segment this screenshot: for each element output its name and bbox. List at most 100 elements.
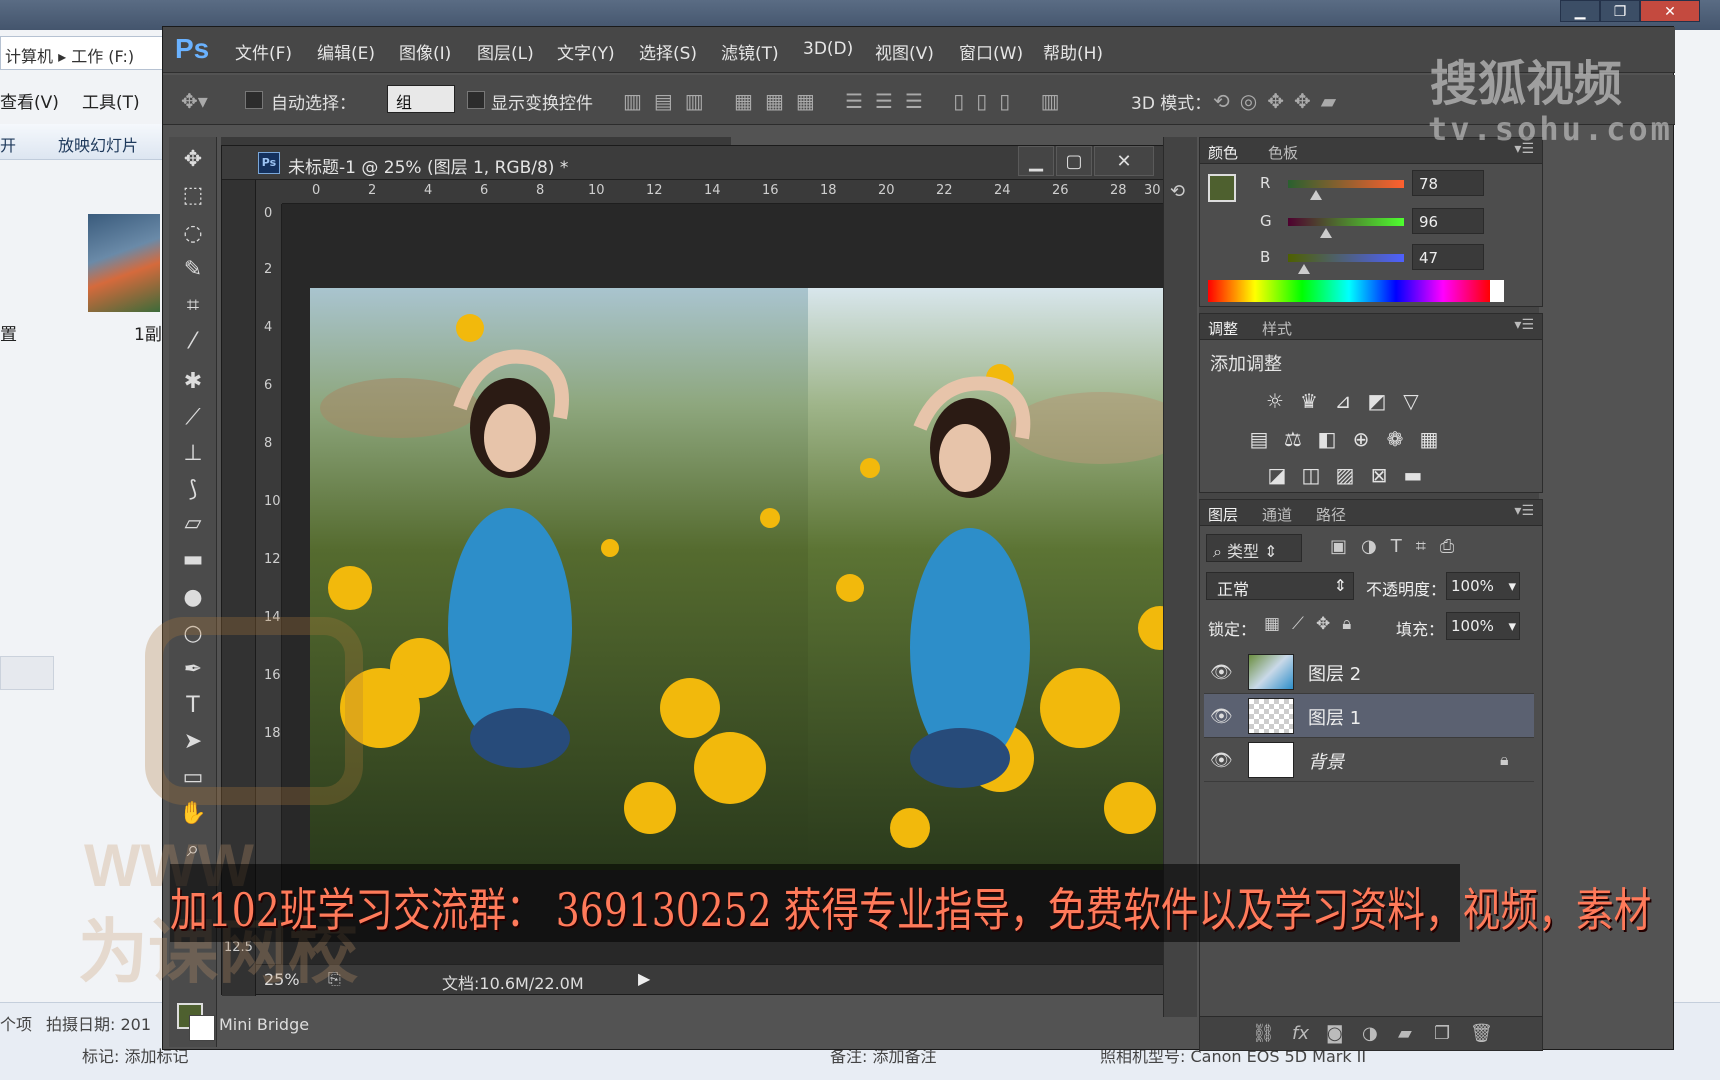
eyedropper-tool-icon[interactable]: ⁄ bbox=[177, 327, 209, 357]
move-tool-icon[interactable]: ✥ bbox=[177, 145, 209, 175]
explorer-file-thumbnail[interactable] bbox=[88, 214, 160, 312]
b-slider[interactable] bbox=[1288, 254, 1404, 262]
history-brush-tool-icon[interactable]: ⟆ bbox=[177, 475, 209, 505]
r-slider-knob[interactable] bbox=[1310, 190, 1322, 200]
levels-icon[interactable]: ♛ bbox=[1296, 388, 1322, 414]
marquee-tool-icon[interactable]: ⬚ bbox=[177, 181, 209, 211]
gradient-tool-icon[interactable]: ▬ bbox=[177, 545, 209, 575]
layer-row-layer-2[interactable]: 👁︎ 图层 2 bbox=[1204, 650, 1534, 694]
new-group-icon[interactable]: ▰ bbox=[1398, 1023, 1412, 1044]
vibrance-icon[interactable]: ▽ bbox=[1398, 388, 1424, 414]
menu-image[interactable]: 图像(I) bbox=[399, 39, 451, 64]
blend-mode-dropdown[interactable]: 正常 ⇕ bbox=[1206, 572, 1354, 600]
fill-field[interactable]: 100% ▾ bbox=[1446, 612, 1520, 640]
visibility-eye-icon[interactable]: 👁︎ bbox=[1210, 750, 1233, 771]
move-tool-icon[interactable]: ✥▾ bbox=[181, 89, 208, 113]
new-adjustment-icon[interactable]: ◑ bbox=[1362, 1023, 1378, 1044]
tab-adjustments[interactable]: 调整 bbox=[1208, 318, 1238, 339]
invert-icon[interactable]: ◪ bbox=[1264, 462, 1290, 488]
tab-channels[interactable]: 通道 bbox=[1262, 504, 1292, 525]
close-icon[interactable]: ✕ bbox=[1640, 0, 1700, 22]
restore-icon[interactable]: ❐ bbox=[1600, 0, 1640, 22]
lasso-tool-icon[interactable]: ◌ bbox=[177, 219, 209, 249]
color-balance-icon[interactable]: ⚖ bbox=[1280, 426, 1306, 452]
new-layer-icon[interactable]: ❐ bbox=[1434, 1023, 1450, 1044]
doc-close-icon[interactable]: ✕ bbox=[1094, 146, 1154, 176]
channel-mixer-icon[interactable]: ❁ bbox=[1382, 426, 1408, 452]
auto-select-checkbox[interactable] bbox=[245, 91, 263, 109]
auto-select-target-dropdown[interactable]: 组 bbox=[387, 85, 455, 113]
minimize-icon[interactable]: ▁ bbox=[1560, 0, 1600, 22]
menu-select[interactable]: 选择(S) bbox=[639, 39, 697, 64]
brightness-icon[interactable]: ☼ bbox=[1262, 388, 1288, 414]
menu-type[interactable]: 文字(Y) bbox=[557, 39, 615, 64]
g-slider-knob[interactable] bbox=[1320, 228, 1332, 238]
g-slider[interactable] bbox=[1288, 218, 1404, 226]
posterize-icon[interactable]: ◫ bbox=[1298, 462, 1324, 488]
visibility-eye-icon[interactable]: 👁︎ bbox=[1210, 706, 1233, 727]
tab-layers[interactable]: 图层 bbox=[1208, 504, 1238, 525]
color-spectrum-bar[interactable] bbox=[1208, 280, 1504, 302]
layer-row-layer-1[interactable]: 👁︎ 图层 1 bbox=[1204, 694, 1534, 738]
healing-tool-icon[interactable]: ✱ bbox=[177, 367, 209, 397]
align-icons[interactable]: ▥▤▥ ▦▦▦ ☰☰☰ ▯▯▯ ▥ bbox=[623, 89, 1072, 113]
gradient-map-icon[interactable]: ▬ bbox=[1400, 462, 1426, 488]
layer-row-background[interactable]: 👁︎ 背景 🔒︎ bbox=[1204, 738, 1534, 782]
visibility-eye-icon[interactable]: 👁︎ bbox=[1210, 662, 1233, 683]
b-value-field[interactable]: 47 bbox=[1412, 244, 1484, 270]
r-value-field[interactable]: 78 bbox=[1412, 170, 1484, 196]
curves-icon[interactable]: ⊿ bbox=[1330, 388, 1356, 414]
layer-name[interactable]: 图层 2 bbox=[1308, 660, 1361, 686]
explorer-menu-view[interactable]: 查看(V) bbox=[0, 88, 59, 113]
menu-layer[interactable]: 图层(L) bbox=[477, 39, 534, 64]
explorer-slideshow-button[interactable]: 放映幻灯片 bbox=[58, 132, 138, 156]
layer-filter-dropdown[interactable]: ⌕ 类型 ⇕ bbox=[1206, 534, 1302, 562]
lock-icons[interactable]: ▦⟋✥🔒︎ bbox=[1264, 614, 1363, 634]
tab-styles[interactable]: 样式 bbox=[1262, 318, 1292, 339]
layer-name[interactable]: 背景 bbox=[1308, 748, 1344, 774]
black-white-icon[interactable]: ◧ bbox=[1314, 426, 1340, 452]
explorer-open-button[interactable]: 开 bbox=[0, 132, 16, 156]
brush-tool-icon[interactable]: ⟋ bbox=[177, 403, 209, 433]
doc-minimize-icon[interactable]: ▁ bbox=[1018, 146, 1054, 176]
g-value-field[interactable]: 96 bbox=[1412, 208, 1484, 234]
b-slider-knob[interactable] bbox=[1298, 264, 1310, 274]
exposure-icon[interactable]: ◩ bbox=[1364, 388, 1390, 414]
menu-edit[interactable]: 编辑(E) bbox=[317, 39, 375, 64]
photo-filter-icon[interactable]: ⊕ bbox=[1348, 426, 1374, 452]
layer-filter-icons[interactable]: ▣◑T⌗⎙ bbox=[1330, 536, 1468, 557]
tab-color[interactable]: 颜色 bbox=[1208, 142, 1238, 163]
stamp-tool-icon[interactable]: ⊥ bbox=[177, 439, 209, 469]
document-titlebar[interactable]: Ps 未标题-1 @ 25% (图层 1, RGB/8) * ▁ ▢ ✕ bbox=[222, 146, 1172, 180]
color-fg-swatch[interactable] bbox=[1208, 174, 1236, 202]
opacity-field[interactable]: 100% ▾ bbox=[1446, 572, 1520, 600]
threshold-icon[interactable]: ▨ bbox=[1332, 462, 1358, 488]
layer-style-icon[interactable]: fx bbox=[1292, 1023, 1309, 1044]
panel-menu-icon[interactable]: ▾☰ bbox=[1514, 317, 1534, 333]
eraser-tool-icon[interactable]: ▱ bbox=[177, 509, 209, 539]
menu-help[interactable]: 帮助(H) bbox=[1043, 39, 1103, 64]
quick-select-tool-icon[interactable]: ✎ bbox=[177, 255, 209, 285]
selective-color-icon[interactable]: ⊠ bbox=[1366, 462, 1392, 488]
link-layers-icon[interactable]: ⛓ bbox=[1252, 1023, 1275, 1044]
panel-menu-icon[interactable]: ▾☰ bbox=[1514, 503, 1534, 519]
history-panel-icon[interactable]: ⟲ bbox=[1170, 181, 1185, 202]
explorer-scrollbar[interactable] bbox=[0, 656, 54, 690]
color-lookup-icon[interactable]: ▦ bbox=[1416, 426, 1442, 452]
r-slider[interactable] bbox=[1288, 180, 1404, 188]
menu-window[interactable]: 窗口(W) bbox=[959, 39, 1023, 64]
tab-paths[interactable]: 路径 bbox=[1316, 504, 1346, 525]
3d-mode-icons[interactable]: ⟲◎✥✥▰ bbox=[1213, 89, 1346, 113]
crop-tool-icon[interactable]: ⌗ bbox=[177, 291, 209, 321]
layer-name[interactable]: 图层 1 bbox=[1308, 704, 1361, 730]
hue-saturation-icon[interactable]: ▤ bbox=[1246, 426, 1272, 452]
explorer-menu-tools[interactable]: 工具(T) bbox=[82, 88, 140, 113]
add-mask-icon[interactable]: ◙ bbox=[1326, 1023, 1343, 1044]
menu-filter[interactable]: 滤镜(T) bbox=[721, 39, 779, 64]
menu-file[interactable]: 文件(F) bbox=[235, 39, 292, 64]
tab-swatches[interactable]: 色板 bbox=[1268, 142, 1298, 163]
doc-maximize-icon[interactable]: ▢ bbox=[1056, 146, 1092, 176]
menu-view[interactable]: 视图(V) bbox=[875, 39, 934, 64]
explorer-address-bar[interactable]: 计算机 ▸ 工作 (F:) bbox=[0, 36, 170, 70]
show-transform-checkbox[interactable] bbox=[467, 91, 485, 109]
